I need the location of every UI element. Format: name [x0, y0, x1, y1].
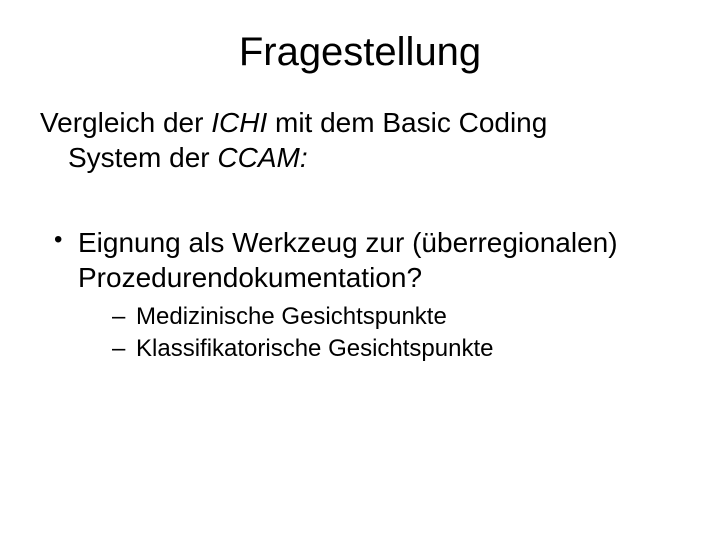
- intro-text-3: System der: [68, 142, 217, 173]
- intro-text-1: Vergleich der: [40, 107, 211, 138]
- intro-term-ccam: CCAM:: [217, 142, 307, 173]
- intro-paragraph: Vergleich der ICHI mit dem Basic Coding …: [40, 105, 680, 175]
- bullet-list-level2: Medizinische Gesichtspunkte Klassifikato…: [78, 301, 680, 366]
- bullet-list-level1: Eignung als Werkzeug zur (überregionalen…: [40, 225, 680, 366]
- bullet-item-1-line2: Prozedurendokumentation?: [78, 260, 680, 295]
- bullet-item-1-line1: Eignung als Werkzeug zur (überregionalen…: [78, 227, 618, 258]
- sub-bullet-2: Klassifikatorische Gesichtspunkte: [112, 333, 680, 365]
- slide: Fragestellung Vergleich der ICHI mit dem…: [0, 0, 720, 540]
- intro-term-ichi: ICHI: [211, 107, 267, 138]
- bullet-item-1: Eignung als Werkzeug zur (überregionalen…: [50, 225, 680, 366]
- sub-bullet-1: Medizinische Gesichtspunkte: [112, 301, 680, 333]
- intro-text-2: mit dem Basic Coding: [267, 107, 547, 138]
- slide-title: Fragestellung: [40, 30, 680, 75]
